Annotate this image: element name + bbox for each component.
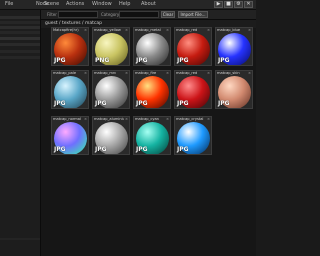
left-panel-row[interactable]: [0, 37, 40, 40]
left-panel: [0, 10, 41, 256]
play-icon[interactable]: ▶: [214, 1, 223, 8]
menu-bar: File Node Scene Actions Window Help Abou…: [0, 0, 256, 10]
texture-tile[interactable]: matcap_skin × JPG: [215, 70, 253, 109]
remove-icon[interactable]: ×: [166, 71, 169, 76]
format-label: JPG: [136, 146, 148, 153]
left-panel-row[interactable]: [0, 16, 40, 19]
filter-input[interactable]: [58, 11, 98, 18]
texture-browser: Filter Category Clear Import File... gue…: [41, 10, 256, 256]
format-label: JPG: [95, 100, 107, 107]
remove-icon[interactable]: ×: [248, 28, 251, 33]
filter-label: Filter: [47, 12, 57, 17]
texture-tile[interactable]: matcap_yellow × PNG: [92, 27, 130, 66]
stop-icon[interactable]: ■: [224, 1, 233, 8]
menu-help[interactable]: Help: [119, 0, 130, 9]
category-label: Category: [101, 12, 120, 17]
menu-scene[interactable]: Scene: [44, 0, 59, 9]
format-label: JPG: [177, 100, 189, 107]
format-label: JPG: [218, 100, 230, 107]
remove-icon[interactable]: ×: [84, 117, 87, 122]
format-label: JPG: [177, 57, 189, 64]
category-select[interactable]: [119, 11, 159, 18]
menu-actions[interactable]: Actions: [66, 0, 84, 9]
left-panel-row[interactable]: [0, 43, 40, 46]
texture-tile[interactable]: matcap_metal × JPG: [133, 27, 171, 66]
browser-toolbar: Filter Category Clear Import File...: [41, 10, 256, 20]
format-label: JPG: [54, 146, 66, 153]
texture-tile[interactable]: matcap_fire × JPG: [133, 70, 171, 109]
import-file-button[interactable]: Import File...: [178, 11, 208, 18]
left-panel-row[interactable]: [0, 31, 40, 34]
remove-icon[interactable]: ×: [125, 28, 128, 33]
left-panel-row[interactable]: [0, 21, 40, 24]
left-panel-row[interactable]: [0, 56, 40, 59]
remove-icon[interactable]: ×: [84, 71, 87, 76]
texture-tile[interactable]: matcap_cyan × JPG: [133, 116, 171, 155]
remove-icon[interactable]: ×: [166, 28, 169, 33]
menu-window[interactable]: Window: [92, 0, 112, 9]
remove-icon[interactable]: ×: [125, 71, 128, 76]
remove-icon[interactable]: ×: [207, 117, 210, 122]
texture-tile[interactable]: matcap_aluminium×JPG: [92, 116, 130, 155]
texture-tile[interactable]: matcap_mrc × JPG: [92, 70, 130, 109]
texture-tile[interactable]: matcap_normal × JPG: [51, 116, 89, 155]
texture-tile[interactable]: matcap_crystal × JPG: [174, 116, 212, 155]
remove-icon[interactable]: ×: [248, 71, 251, 76]
remove-icon[interactable]: ×: [84, 28, 87, 33]
texture-tile[interactable]: matcap_blue × JPG: [215, 27, 253, 66]
clear-button[interactable]: Clear: [161, 11, 175, 18]
remove-icon[interactable]: ×: [207, 28, 210, 33]
remove-icon[interactable]: ×: [207, 71, 210, 76]
menu-file[interactable]: File: [5, 0, 13, 9]
settings-icon[interactable]: ⚙: [234, 1, 243, 8]
texture-tile[interactable]: matcap_pale × JPG: [51, 70, 89, 109]
format-label: JPG: [136, 100, 148, 107]
format-label: JPG: [95, 146, 107, 153]
menu-about[interactable]: About: [141, 0, 156, 9]
format-label: JPG: [54, 57, 66, 64]
left-panel-row[interactable]: [0, 26, 40, 29]
left-panel-footer: [0, 238, 40, 240]
close-icon[interactable]: ✕: [244, 1, 253, 8]
format-label: JPG: [177, 146, 189, 153]
format-label: JPG: [136, 57, 148, 64]
format-label: JPG: [54, 100, 66, 107]
texture-tile[interactable]: matcap_red × JPG: [174, 70, 212, 109]
remove-icon[interactable]: ×: [166, 117, 169, 122]
format-label: PNG: [95, 57, 110, 64]
texture-tile[interactable]: matcap_red × JPG: [174, 27, 212, 66]
left-panel-row[interactable]: [0, 50, 40, 53]
texture-tile[interactable]: Matcapfire(hr) × JPG: [51, 27, 89, 66]
format-label: JPG: [218, 57, 230, 64]
remove-icon[interactable]: ×: [125, 117, 128, 122]
